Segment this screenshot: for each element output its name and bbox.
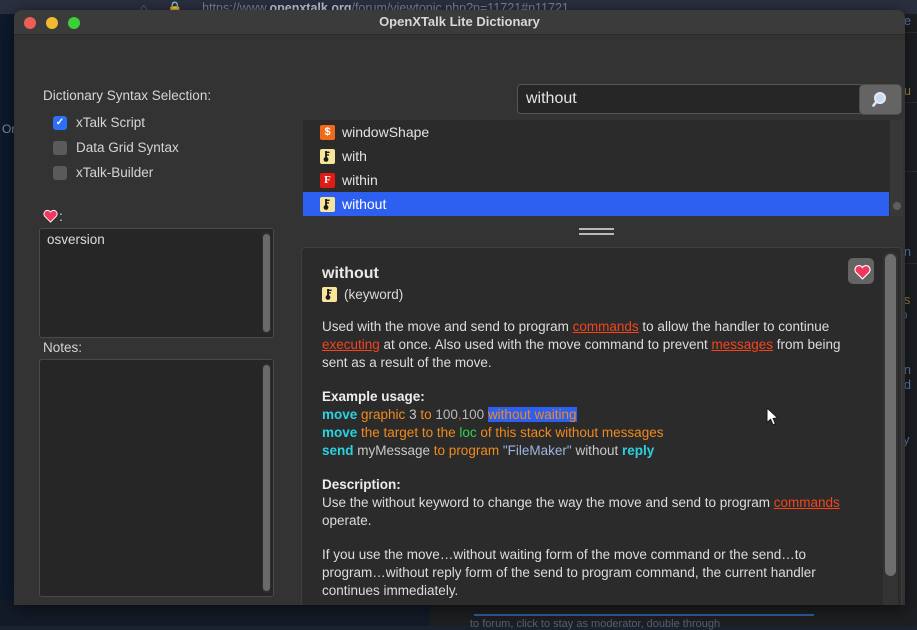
check-icon: ✓ (56, 118, 64, 128)
list-item-label: within (342, 172, 378, 188)
checkbox-box[interactable]: ✓ (53, 116, 67, 130)
link-executing[interactable]: executing (322, 337, 380, 352)
link-commands-2[interactable]: commands (774, 495, 840, 510)
description-paragraph-2: If you use the move…without waiting form… (322, 546, 852, 600)
code-token: move (322, 425, 357, 440)
checkbox-data-grid-syntax[interactable]: Data Grid Syntax (53, 140, 179, 155)
code-token: of this stack without messages (477, 425, 664, 440)
notes-label: Notes: (43, 340, 82, 355)
description-text-a: Use the without keyword to change the wa… (322, 495, 774, 510)
window-workspace: Dictionary Syntax Selection: ✓ xTalk Scr… (14, 35, 905, 605)
pane-splitter[interactable] (303, 216, 889, 246)
entry-detail-pane: without (keyword) Used with the move and… (301, 247, 902, 605)
favorites-list[interactable]: osversion (39, 228, 274, 338)
description-text-b: operate. (322, 513, 372, 528)
keyword-token-icon (320, 197, 335, 212)
keyword-token-icon (322, 287, 337, 302)
keyword-token-icon (320, 149, 335, 164)
link-commands[interactable]: commands (573, 319, 639, 334)
results-list[interactable]: $ windowShape with F within without (303, 120, 889, 216)
search-icon (871, 90, 891, 110)
entry-title: without (322, 264, 861, 284)
scrollbar-thumb[interactable] (885, 254, 896, 576)
window-title: OpenXTalk Lite Dictionary (14, 14, 905, 29)
code-token: to program (430, 443, 503, 458)
scrollbar-thumb[interactable] (893, 202, 901, 210)
code-token: 100 (435, 407, 458, 422)
list-item[interactable]: osversion (40, 229, 273, 250)
description-heading: Description: (322, 476, 852, 494)
checkbox-label: Data Grid Syntax (76, 140, 179, 155)
checkbox-label: xTalk-Builder (76, 165, 153, 180)
favorites-header: : (43, 208, 63, 224)
example-heading: Example usage: (322, 388, 852, 406)
checkbox-box[interactable] (53, 141, 67, 155)
property-token-icon: $ (320, 125, 335, 140)
browser-bottom-text: to forum, click to stay as moderator, do… (470, 618, 720, 630)
code-token: without (572, 443, 622, 458)
code-token: 3 (409, 407, 417, 422)
list-item[interactable]: $ windowShape (303, 120, 889, 144)
code-token: "FileMaker" (503, 443, 572, 458)
favorites-colon: : (59, 208, 63, 224)
search-button[interactable] (859, 84, 902, 115)
favorites-scrollbar[interactable] (262, 232, 271, 334)
entry-type-label: (keyword) (344, 287, 403, 302)
code-token: without waiting (488, 407, 577, 422)
entry-detail-content: without (keyword) Used with the move and… (302, 248, 879, 605)
code-token: myMessage (354, 443, 431, 458)
description-section: Description: Use the without keyword to … (322, 476, 852, 530)
entry-summary: Used with the move and send to program c… (322, 318, 852, 372)
entry-type-row: (keyword) (322, 287, 861, 302)
code-token: graphic (357, 407, 409, 422)
code-line-2: move the target to the loc of this stack… (322, 424, 852, 442)
favorite-toggle-button[interactable] (848, 258, 874, 284)
list-item-label: without (342, 196, 386, 212)
summary-text-a: Used with the move and send to program (322, 319, 573, 334)
example-section: Example usage: move graphic 3 to 100,100… (322, 388, 852, 460)
heart-icon (43, 209, 58, 223)
scrollbar-thumb[interactable] (263, 234, 270, 332)
code-token: 100 (462, 407, 485, 422)
code-line-3: send myMessage to program "FileMaker" wi… (322, 442, 852, 460)
code-token: reply (622, 443, 654, 458)
splitter-grip-icon (579, 225, 614, 238)
code-token: move (322, 407, 357, 422)
checkbox-xtalk-builder[interactable]: xTalk-Builder (53, 165, 153, 180)
summary-text-c: at once. Also used with the move command… (380, 337, 712, 352)
function-token-icon: F (320, 173, 335, 188)
sidebar: Dictionary Syntax Selection: ✓ xTalk Scr… (14, 35, 289, 605)
code-token: send (322, 443, 354, 458)
list-item-label: windowShape (342, 124, 429, 140)
results-scrollbar[interactable] (889, 120, 903, 216)
dictionary-window: OpenXTalk Lite Dictionary Dictionary Syn… (14, 10, 905, 605)
link-messages[interactable]: messages (711, 337, 773, 352)
code-token: the target to the (357, 425, 459, 440)
checkbox-xtalk-script[interactable]: ✓ xTalk Script (53, 115, 145, 130)
search-input[interactable] (517, 84, 864, 114)
code-line-1: move graphic 3 to 100,100 without waitin… (322, 406, 852, 424)
code-token: loc (459, 425, 476, 440)
detail-scrollbar[interactable] (883, 252, 898, 605)
description-paragraph-1: Use the without keyword to change the wa… (322, 494, 852, 530)
scrollbar-thumb[interactable] (263, 365, 270, 591)
checkbox-box[interactable] (53, 166, 67, 180)
summary-text-b: to allow the handler to continue (639, 319, 830, 334)
code-token: to (417, 407, 436, 422)
notes-scrollbar[interactable] (262, 363, 271, 593)
notes-field[interactable] (39, 359, 274, 597)
browser-progress-rule (474, 614, 814, 616)
list-item[interactable]: with (303, 144, 889, 168)
list-item[interactable]: F within (303, 168, 889, 192)
checkbox-label: xTalk Script (76, 115, 145, 130)
list-item-selected[interactable]: without (303, 192, 889, 216)
heart-icon (854, 264, 869, 278)
window-titlebar: OpenXTalk Lite Dictionary (14, 10, 905, 35)
syntax-selection-label: Dictionary Syntax Selection: (43, 88, 211, 103)
list-item-label: with (342, 148, 367, 164)
